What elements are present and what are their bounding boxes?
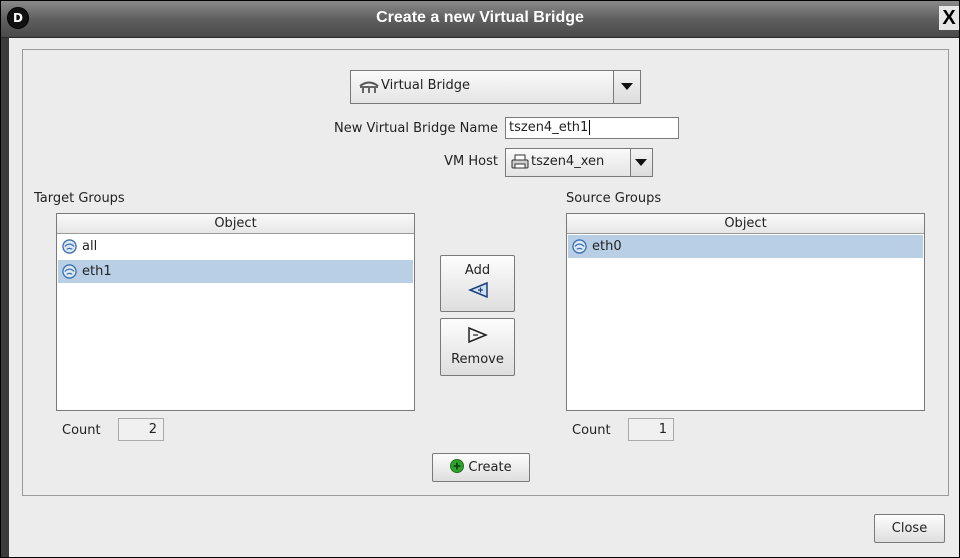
remove-button-label: Remove	[451, 352, 504, 367]
left-frame-strip	[1, 38, 9, 557]
target-groups-list[interactable]: Object all eth1	[56, 213, 415, 411]
globe-icon	[572, 239, 587, 254]
close-button[interactable]: Close	[874, 514, 945, 543]
add-button-label: Add	[464, 263, 491, 278]
bridge-name-input[interactable]: tszen4_eth1	[505, 117, 679, 139]
arrow-left-icon	[467, 281, 488, 299]
bridge-icon	[359, 80, 379, 98]
close-button-label: Close	[891, 521, 928, 536]
plus-circle-icon	[450, 459, 465, 473]
source-object-column-header[interactable]: Object	[567, 214, 924, 234]
add-button[interactable]: Add	[440, 255, 515, 312]
printer-host-icon	[511, 154, 529, 174]
bridge-name-label: New Virtual Bridge Name	[334, 121, 498, 136]
globe-icon	[62, 239, 77, 254]
remove-button[interactable]: Remove	[440, 318, 515, 376]
list-item[interactable]: eth0	[568, 235, 923, 258]
text-cursor	[589, 120, 591, 135]
create-button-label: Create	[468, 460, 512, 475]
list-item-label: eth1	[82, 264, 112, 279]
source-count-value: 1	[628, 418, 674, 441]
list-item[interactable]: eth1	[58, 260, 413, 283]
close-window-button[interactable]: X	[939, 6, 959, 30]
create-button[interactable]: Create	[432, 453, 530, 482]
target-count-label: Count	[62, 423, 101, 438]
bridge-type-dropdown[interactable]: Virtual Bridge	[350, 70, 641, 104]
window-title: Create a new Virtual Bridge	[376, 9, 584, 26]
target-count-value: 2	[118, 418, 164, 441]
bridge-type-value: Virtual Bridge	[381, 78, 470, 93]
vm-host-dropdown[interactable]: tszen4_xen	[505, 148, 653, 177]
vm-host-value: tszen4_xen	[531, 154, 605, 169]
vm-host-label: VM Host	[444, 154, 498, 169]
list-item-label: eth0	[592, 239, 622, 254]
title-bar[interactable]: D Create a new Virtual Bridge X	[1, 1, 959, 38]
dialog-window: D Create a new Virtual Bridge X Virtual …	[0, 0, 960, 558]
main-panel: Virtual Bridge New Virtual Bridge Name t…	[22, 49, 949, 496]
arrow-right-icon	[467, 326, 488, 344]
source-count-label: Count	[572, 423, 611, 438]
target-groups-label: Target Groups	[34, 191, 125, 206]
list-item-label: all	[82, 239, 98, 254]
target-object-column-header[interactable]: Object	[57, 214, 414, 234]
chevron-down-icon[interactable]	[630, 149, 652, 176]
bridge-name-value: tszen4_eth1	[509, 120, 589, 135]
source-groups-label: Source Groups	[566, 191, 662, 206]
globe-icon	[62, 264, 77, 279]
source-groups-list[interactable]: Object eth0	[566, 213, 925, 411]
list-item[interactable]: all	[58, 235, 413, 258]
chevron-down-icon[interactable]	[613, 71, 640, 103]
